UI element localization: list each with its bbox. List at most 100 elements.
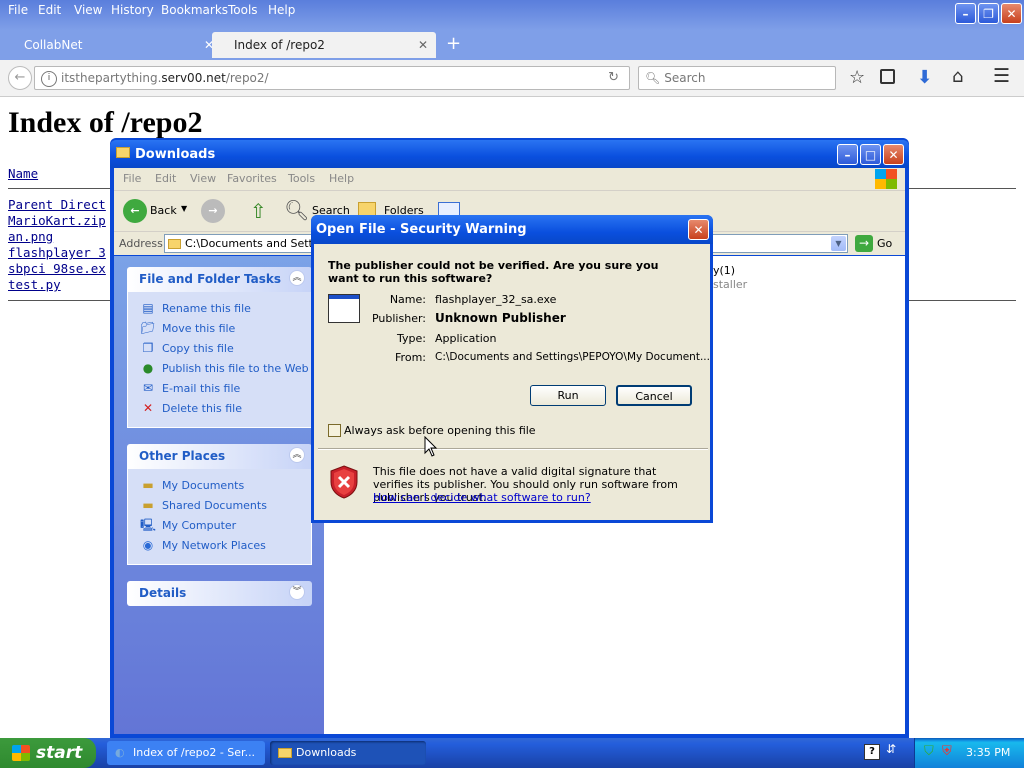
go-arrow-icon[interactable]: → <box>855 235 873 252</box>
dialog-question: The publisher could not be verified. Are… <box>328 259 659 285</box>
search-icon: 🔍︎ <box>645 71 661 85</box>
file-link[interactable]: sbpci 98se.ex <box>8 261 106 276</box>
exp-menu-tools[interactable]: Tools <box>288 172 315 185</box>
exp-menu-file[interactable]: File <box>123 172 141 185</box>
details-header[interactable]: Details <box>127 581 312 606</box>
place-label: My Computer <box>162 519 237 532</box>
url-path: /repo2/ <box>225 71 269 85</box>
firefox-icon: ◐ <box>115 746 125 759</box>
language-icon[interactable]: ⇵ <box>886 742 896 756</box>
search-input[interactable]: 🔍︎ Search <box>638 66 836 90</box>
back-arrow-icon[interactable]: ← <box>8 66 32 90</box>
close-icon[interactable]: ✕ <box>418 32 428 58</box>
exp-menu-view[interactable]: View <box>190 172 216 185</box>
column-header-name[interactable]: Name <box>8 166 38 181</box>
back-arrow-icon[interactable]: ← <box>123 199 147 223</box>
download-arrow-icon[interactable]: ⬇ <box>917 67 932 88</box>
taskbar-downloads-button[interactable]: Downloads <box>270 741 426 765</box>
ff-menu-edit[interactable]: Edit <box>38 3 61 17</box>
ff-minimize-button[interactable]: – <box>955 3 976 24</box>
email-icon: ✉ <box>142 381 154 395</box>
reload-icon[interactable]: ↻ <box>608 67 619 89</box>
file-name-partial[interactable]: y(1) <box>713 264 735 277</box>
bookmark-star-icon[interactable]: ☆ <box>849 67 865 88</box>
help-link[interactable]: How can I decide what software to run? <box>373 491 591 504</box>
folder-icon <box>168 239 181 249</box>
file-link[interactable]: an.png <box>8 229 53 244</box>
explorer-minimize-button[interactable]: – <box>837 144 858 165</box>
hamburger-menu-icon[interactable]: ☰ <box>993 65 1010 87</box>
file-link[interactable]: Parent Direct <box>8 197 106 212</box>
other-places-header[interactable]: Other Places <box>127 444 312 469</box>
move-icon: 📁︎ <box>140 321 156 335</box>
ff-menu-help[interactable]: Help <box>268 3 295 17</box>
place-my-network[interactable]: ◉ My Network Places <box>140 536 266 554</box>
explorer-close-button[interactable]: ✕ <box>883 144 904 165</box>
tab-label: CollabNet <box>24 38 83 52</box>
reading-list-icon[interactable] <box>880 69 895 84</box>
task-label: Copy this file <box>162 342 234 355</box>
tab-index-repo2[interactable]: Index of /repo2 ✕ <box>212 32 436 58</box>
ff-menu-tools[interactable]: Tools <box>228 3 258 17</box>
task-rename[interactable]: ▤ Rename this file <box>140 299 251 317</box>
collapse-icon[interactable]: ︽ <box>289 270 305 286</box>
ff-menu-view[interactable]: View <box>74 3 102 17</box>
rename-icon: ▤ <box>142 301 154 315</box>
always-ask-label[interactable]: Always ask before opening this file <box>344 424 536 437</box>
new-tab-button[interactable]: + <box>446 33 461 54</box>
url-bar[interactable]: i itsthepartything.serv00.net/repo2/ ↻ <box>34 66 630 90</box>
up-folder-icon[interactable]: ⇧ <box>250 199 267 223</box>
back-button-label[interactable]: Back <box>150 204 177 217</box>
file-link[interactable]: test.py <box>8 277 61 292</box>
cancel-button[interactable]: Cancel <box>616 385 692 406</box>
explorer-title: Downloads <box>135 147 216 162</box>
place-shared-documents[interactable]: ▬ Shared Documents <box>140 496 267 514</box>
taskbar-label: Index of /repo2 - Ser... <box>133 746 256 759</box>
taskbar-firefox-button[interactable]: ◐ Index of /repo2 - Ser... <box>107 741 265 765</box>
search-icon[interactable]: 🔍︎ <box>284 198 309 222</box>
exp-menu-favorites[interactable]: Favorites <box>227 172 277 185</box>
exp-menu-edit[interactable]: Edit <box>155 172 176 185</box>
file-tasks-header[interactable]: File and Folder Tasks <box>127 267 312 292</box>
field-label-type: Type: <box>397 332 426 345</box>
task-delete[interactable]: ✕ Delete this file <box>140 399 242 417</box>
field-label-publisher: Publisher: <box>371 312 426 325</box>
place-my-computer[interactable]: 🖳 My Computer <box>140 516 236 534</box>
folders-icon[interactable] <box>358 202 376 216</box>
exp-menu-help[interactable]: Help <box>329 172 354 185</box>
ff-menu-file[interactable]: File <box>8 3 28 17</box>
ff-menu-bookmarks[interactable]: Bookmarks <box>161 3 228 17</box>
start-label: start <box>36 743 83 763</box>
task-copy[interactable]: ❐ Copy this file <box>140 339 234 357</box>
expand-icon[interactable]: ︾ <box>289 584 305 600</box>
place-my-documents[interactable]: ▬ My Documents <box>140 476 244 494</box>
task-move[interactable]: 📁︎ Move this file <box>140 319 235 337</box>
run-button[interactable]: Run <box>530 385 606 406</box>
explorer-titlebar[interactable] <box>110 140 909 168</box>
forward-arrow-icon[interactable]: → <box>201 199 225 223</box>
task-publish[interactable]: ● Publish this file to the Web <box>140 359 309 377</box>
security-shield-icon[interactable]: ⛨ <box>942 744 952 759</box>
help-icon[interactable]: ? <box>864 744 880 760</box>
ff-close-button[interactable]: ✕ <box>1001 3 1022 24</box>
task-label: Move this file <box>162 322 236 335</box>
chevron-down-icon[interactable]: ▼ <box>831 236 846 251</box>
network-tray-icon[interactable]: ⛉ <box>924 744 934 759</box>
field-label-from: From: <box>395 351 426 364</box>
task-email[interactable]: ✉ E-mail this file <box>140 379 240 397</box>
collapse-icon[interactable]: ︽ <box>289 447 305 463</box>
file-link[interactable]: flashplayer 3 <box>8 245 106 260</box>
always-ask-checkbox[interactable] <box>328 424 341 437</box>
dialog-close-button[interactable]: ✕ <box>688 219 709 240</box>
ff-menu-history[interactable]: History <box>111 3 154 17</box>
start-button[interactable]: start <box>0 738 96 768</box>
go-button-label[interactable]: Go <box>877 237 892 250</box>
clock: 3:35 PM <box>966 746 1011 759</box>
explorer-maximize-button[interactable]: □ <box>860 144 881 165</box>
ff-maximize-button[interactable]: ❐ <box>978 3 999 24</box>
chevron-down-icon[interactable]: ▼ <box>181 204 187 213</box>
info-icon[interactable]: i <box>41 70 57 87</box>
tab-collabnet[interactable]: CollabNet ✕ <box>2 32 222 58</box>
home-icon[interactable]: ⌂ <box>952 66 963 87</box>
file-link[interactable]: MarioKart.zip <box>8 213 106 228</box>
